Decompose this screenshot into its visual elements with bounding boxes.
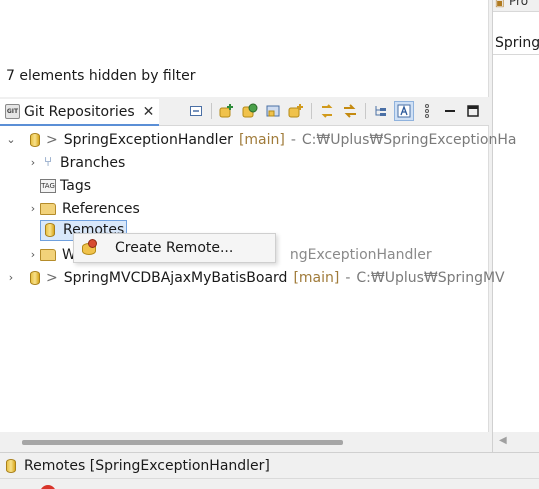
tab-title: Git Repositories — [24, 103, 135, 120]
collapse-all-icon[interactable] — [186, 101, 206, 121]
separator-dash: - — [345, 269, 351, 286]
link-with-selection-icon[interactable] — [317, 101, 337, 121]
status-text: Remotes [SpringExceptionHandler] — [24, 457, 270, 474]
git-icon: GIT — [5, 104, 20, 119]
minimize-icon[interactable] — [440, 101, 460, 121]
close-icon[interactable]: ✕ — [143, 104, 155, 120]
right-view-tabbar: ▣ Pro — [493, 0, 539, 12]
context-menu: Create Remote... — [73, 233, 276, 263]
chevron-right-icon[interactable]: › — [26, 202, 40, 215]
toolbar-separator — [311, 103, 312, 119]
branch-label: [main] — [238, 131, 285, 148]
scroll-left-icon[interactable]: ◀ — [499, 435, 507, 446]
scrollbar-thumb[interactable] — [22, 440, 343, 445]
repo-path: C:₩Uplus₩SpringExceptionHa — [301, 131, 517, 148]
right-view-heading: Spring — [495, 35, 539, 51]
folder-icon — [40, 202, 56, 215]
chevron-right-icon[interactable]: › — [26, 156, 40, 169]
remotes-icon — [45, 223, 55, 237]
separator-dash: - — [290, 131, 296, 148]
remotes-icon — [6, 458, 16, 473]
node-label: Tags — [60, 177, 91, 194]
repo-path: C:₩Uplus₩SpringMV — [356, 269, 505, 286]
repository-icon — [30, 270, 40, 285]
show-details-icon[interactable] — [394, 101, 414, 121]
branch-label: [main] — [293, 269, 340, 286]
right-view-tab[interactable]: Pro — [509, 0, 528, 8]
repository-icon — [30, 132, 40, 147]
tree-row-repo-springexceptionhandler[interactable]: ⌄ > SpringExceptionHandler [main] - C:₩U… — [4, 128, 516, 151]
bottom-strip — [0, 478, 539, 489]
menu-item-create-remote[interactable]: Create Remote... — [115, 240, 233, 256]
create-remote-icon — [81, 239, 99, 257]
repo-name: SpringExceptionHandler — [63, 131, 233, 148]
status-bar: Remotes [SpringExceptionHandler] — [0, 452, 539, 478]
tree-row-branches[interactable]: › ⑂ Branches — [26, 151, 126, 174]
chevron-right-icon[interactable]: › — [26, 248, 40, 261]
chevron-down-icon[interactable]: ⌄ — [4, 133, 18, 146]
repo-name: SpringMVCDBAjaxMyBatisBoard — [63, 269, 288, 286]
upper-view: 7 elements hidden by filter — [0, 0, 489, 97]
toolbar-separator — [365, 103, 366, 119]
folder-icon — [40, 248, 56, 261]
import-project-icon[interactable] — [286, 101, 306, 121]
maximize-icon[interactable] — [463, 101, 483, 121]
add-repo-icon[interactable] — [217, 101, 237, 121]
tree-row-repo-springmvcdbajaxmybatisboard[interactable]: › > SpringMVCDBAjaxMyBatisBoard [main] -… — [4, 266, 505, 289]
repository-tree: ⌄ > SpringExceptionHandler [main] - C:₩U… — [0, 128, 516, 428]
view-menu-icon[interactable] — [417, 101, 437, 121]
tab-git-repositories[interactable]: GIT Git Repositories ✕ — [0, 99, 159, 126]
horizontal-scrollbar[interactable] — [0, 432, 489, 452]
node-label: Branches — [60, 154, 126, 171]
refresh-icon[interactable] — [340, 101, 360, 121]
properties-icon: ▣ — [495, 0, 505, 9]
node-label: References — [62, 200, 140, 217]
clone-repo-icon[interactable] — [240, 101, 260, 121]
create-repo-icon[interactable] — [263, 101, 283, 121]
chevron-right-icon[interactable]: › — [4, 271, 18, 284]
hierarchical-layout-icon[interactable] — [371, 101, 391, 121]
tree-row-tags[interactable]: TAG Tags — [26, 174, 91, 197]
right-view-hscrollbar[interactable]: ◀ — [493, 432, 539, 452]
tree-row-references[interactable]: › References — [26, 197, 140, 220]
right-view: ▣ Pro Spring ◀ — [492, 0, 539, 452]
git-repositories-view: GIT Git Repositories ✕ ⌄ > SpringExcepti… — [0, 97, 516, 452]
view-tabbar: GIT Git Repositories ✕ — [0, 97, 489, 126]
branches-icon: ⑂ — [44, 155, 52, 170]
status-indicator-icon — [40, 485, 56, 489]
dirty-marker: > — [46, 269, 58, 286]
dirty-marker: > — [46, 131, 58, 148]
filter-note: 7 elements hidden by filter — [6, 68, 196, 84]
toolbar-separator — [211, 103, 212, 119]
divider — [493, 54, 539, 55]
tags-icon: TAG — [40, 178, 56, 193]
view-toolbar — [186, 101, 486, 121]
node-label-tail: ngExceptionHandler — [289, 246, 432, 263]
